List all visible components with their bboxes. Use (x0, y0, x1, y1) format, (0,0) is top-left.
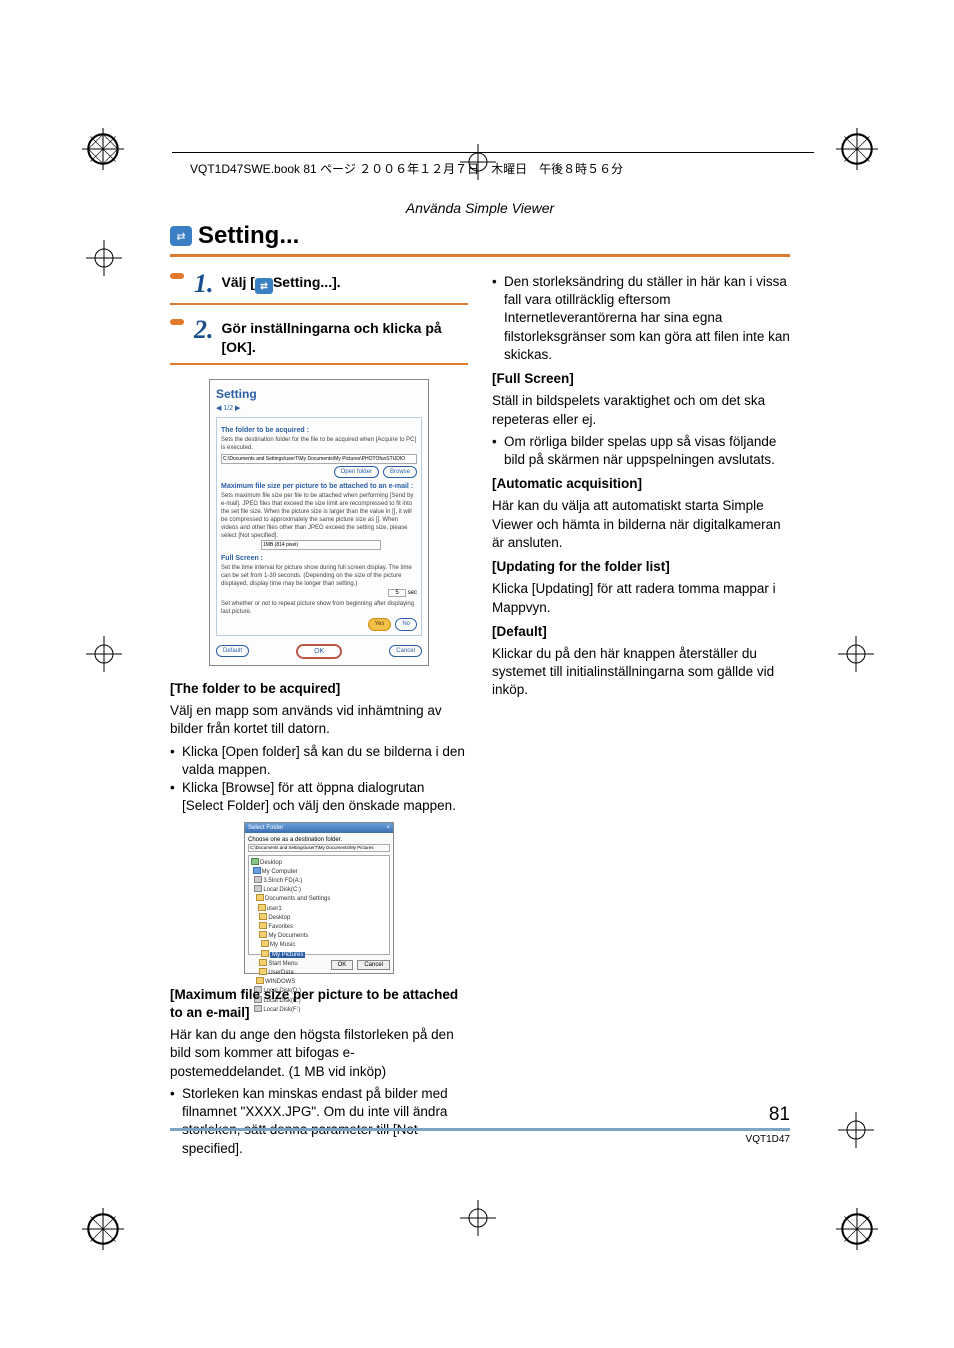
browse-button: Browse (383, 466, 417, 478)
default-button: Default (216, 645, 249, 657)
crosshair-icon (86, 636, 122, 672)
cancel-button: Cancel (389, 645, 422, 657)
para: Här kan du ange den högsta filstorleken … (170, 1026, 468, 1081)
step-1-prefix: Välj [ (222, 274, 255, 290)
page-number: 81 (769, 1104, 790, 1126)
setting-icon: ⇄ (170, 226, 192, 246)
subhead-default: [Default] (492, 623, 790, 641)
step-1-text: Välj [⇄Setting...]. (222, 273, 469, 294)
bullet-icon: • (170, 1085, 182, 1158)
select-folder-dialog-screenshot: Select Folder × Choose one as a destinati… (244, 822, 394, 974)
no-button: No (395, 618, 417, 630)
folder-tree: Desktop My Computer 3.5Inch FD(A:) Local… (248, 855, 390, 955)
crosshair-icon (460, 1200, 496, 1236)
bullet-icon: • (170, 779, 182, 815)
maxsize-desc: Sets maximum file size per file to be at… (221, 492, 417, 541)
tree-item: Start Menu (268, 961, 297, 967)
para: Välj en mapp som används vid inhämtning … (170, 702, 468, 738)
bullet-text: Storleken kan minskas endast på bilder m… (182, 1085, 468, 1158)
fullscreen-label: Full Screen : (221, 554, 417, 563)
cancel-button: Cancel (357, 960, 390, 970)
tree-item: 3.5Inch FD(A:) (263, 878, 302, 884)
bullet-text: Klicka [Open folder] så kan du se bilder… (182, 743, 468, 779)
tree-item: Local Disk(F:) (263, 1007, 300, 1013)
registration-mark-icon (836, 1208, 878, 1250)
bullet-icon: • (170, 743, 182, 779)
step-marker-icon (170, 319, 184, 325)
page-title: Setting... (198, 222, 299, 250)
setting-dialog-screenshot: Setting ◀ 1/2 ▶ The folder to be acquire… (209, 379, 429, 666)
step-marker-icon (170, 273, 184, 279)
subhead-updating: [Updating for the folder list] (492, 558, 790, 576)
header-text: VQT1D47SWE.book 81 ページ ２００６年１２月７日 木曜日 午後… (190, 160, 623, 177)
tree-item: user1 (267, 906, 282, 912)
doc-id: VQT1D47 (746, 1134, 790, 1145)
dialog-title: Select Folder (248, 824, 283, 832)
tree-item: Desktop (268, 915, 290, 921)
folder-desc: Sets the destination folder for the file… (221, 436, 417, 452)
maxsize-label: Maximum file size per picture to be atta… (221, 482, 417, 491)
registration-mark-icon (82, 128, 124, 170)
pager-prev-icon: ◀ (216, 405, 221, 412)
crosshair-icon (86, 240, 122, 276)
para: Klickar du på den här knappen återställe… (492, 645, 790, 700)
para: Här kan du välja att automatiskt starta … (492, 497, 790, 552)
folder-label: The folder to be acquired : (221, 426, 417, 435)
folder-path-input: C:\Documents and Settings\userT\My Docum… (221, 454, 417, 464)
fullscreen-unit: sec (408, 590, 417, 596)
subhead-maxsize: [Maximum file size per picture to be att… (170, 986, 468, 1022)
tree-item: UserData (268, 970, 293, 976)
bullet-text: Den storleksändring du ställer in här ka… (504, 273, 790, 364)
crosshair-icon (838, 636, 874, 672)
bullet-icon: • (492, 433, 504, 469)
bullet-text: Klicka [Browse] för att öppna dialogruta… (182, 779, 468, 815)
step-rule (170, 363, 468, 365)
para: Ställ in bildspelets varaktighet och om … (492, 392, 790, 428)
subhead-auto: [Automatic acquisition] (492, 475, 790, 493)
tree-item: Documents and Settings (265, 896, 330, 902)
registration-mark-icon (836, 128, 878, 170)
path-input: C:\Documents and Settings\userT\My Docum… (248, 844, 390, 852)
step-number: 1. (194, 271, 214, 297)
dialog-pager: ◀ 1/2 ▶ (216, 404, 422, 413)
pager-page: 1/2 (223, 405, 233, 412)
fullscreen-value: 5 (388, 589, 405, 597)
section-header: Använda Simple Viewer (170, 200, 790, 216)
step-number: 2. (194, 317, 214, 343)
tree-item: WINDOWS (265, 979, 295, 985)
registration-mark-icon (82, 1208, 124, 1250)
tree-item: Favorites (268, 924, 293, 930)
para: Klicka [Updating] för att radera tomma m… (492, 580, 790, 616)
setting-inline-icon: ⇄ (255, 278, 273, 294)
ok-button: OK (296, 644, 342, 659)
ok-button: OK (331, 960, 354, 970)
crosshair-icon (838, 1112, 874, 1148)
bullet-text: Om rörliga bilder spelas upp så visas fö… (504, 433, 790, 469)
header-rule (172, 152, 814, 153)
close-icon: × (386, 824, 390, 832)
tree-item: Local Disk(C:) (263, 887, 301, 893)
yes-button: Yes (368, 618, 392, 630)
open-folder-button: Open folder (334, 466, 379, 478)
subhead-fullscreen: [Full Screen] (492, 370, 790, 388)
pager-next-icon: ▶ (235, 405, 240, 412)
bullet-icon: • (492, 273, 504, 364)
step-1-suffix: Setting...]. (273, 274, 341, 290)
step-2-text: Gör inställningarna och klicka på [OK]. (222, 319, 469, 357)
tree-item: My Music (270, 942, 295, 948)
maxsize-select: 1MB (814 pixel) (261, 540, 381, 550)
dialog-desc: Choose one as a destination folder. (248, 836, 390, 844)
step-rule (170, 303, 468, 305)
tree-item: My Documents (268, 933, 308, 939)
tree-item: My Pictures (270, 952, 305, 958)
subhead-folder: [The folder to be acquired] (170, 680, 468, 698)
footer-rule (170, 1128, 790, 1131)
fullscreen-desc: Set the time interval for picture show d… (221, 564, 417, 588)
tree-item: My Computer (262, 869, 298, 875)
tree-item: Desktop (260, 860, 282, 866)
title-rule (170, 254, 790, 257)
repeat-desc: Set whether or not to repeat picture sho… (221, 600, 417, 616)
dialog-title: Setting (216, 386, 422, 402)
